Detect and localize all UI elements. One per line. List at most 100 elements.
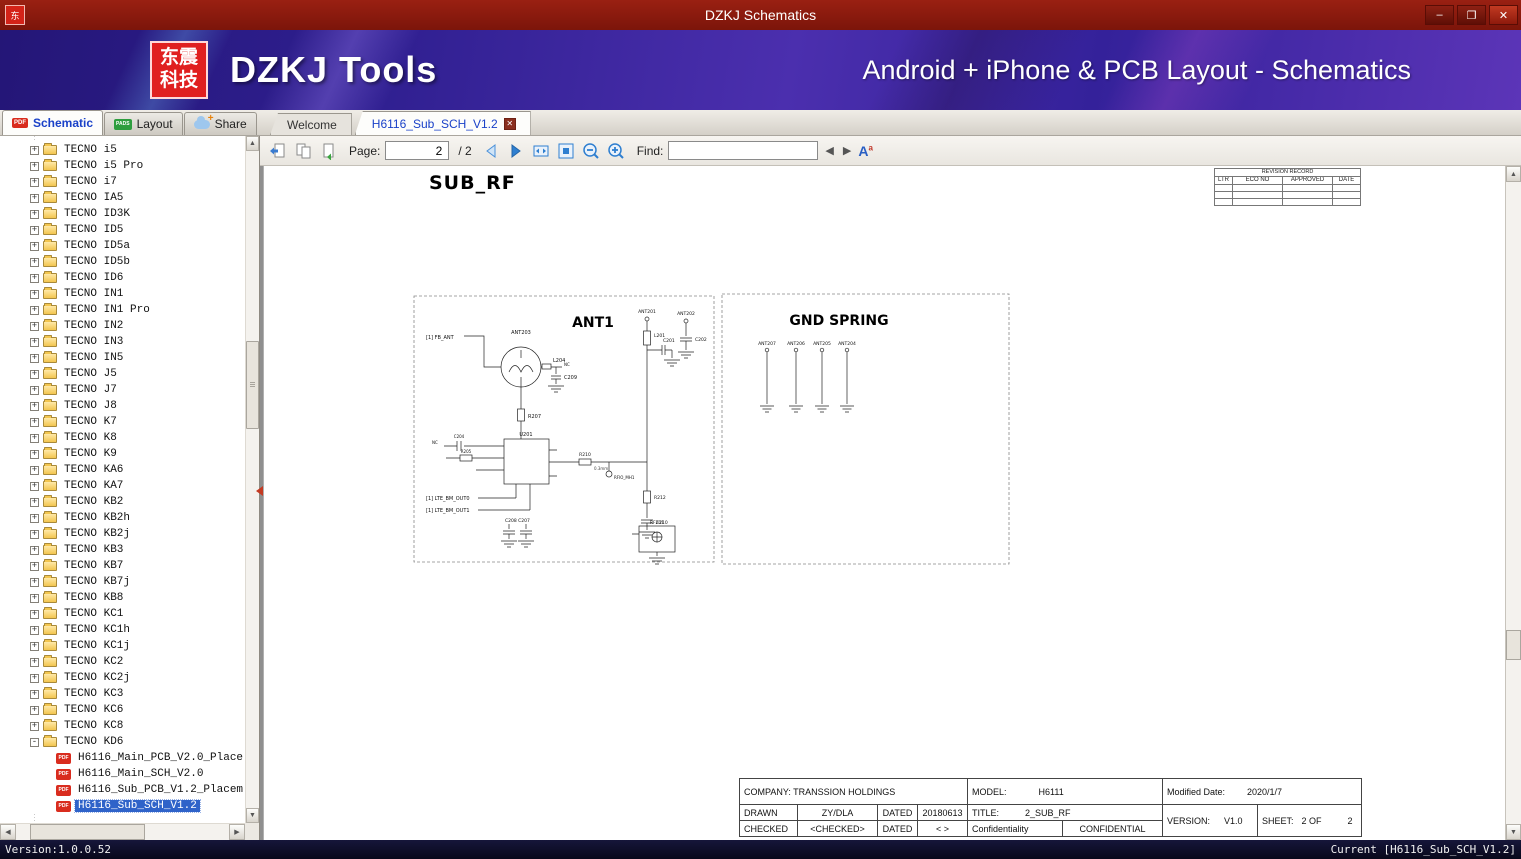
tree-item[interactable]: + PDF TECNO ID5a [0,238,245,254]
expand-toggle-icon[interactable]: + [30,305,39,315]
tree-item[interactable]: + PDF TECNO KC1 [0,606,245,622]
fit-page-icon[interactable] [556,141,576,161]
zoom-in-icon[interactable] [606,141,626,161]
tree-item[interactable]: + PDF TECNO K8 [0,430,245,446]
tree-item[interactable]: + PDF TECNO KC6 [0,702,245,718]
tree-item[interactable]: + PDF TECNO KC8 [0,718,245,734]
expand-toggle-icon[interactable]: + [30,321,39,331]
expand-toggle-icon[interactable]: + [30,465,39,475]
tree-item[interactable]: + PDF TECNO KB7 [0,558,245,574]
tree-item[interactable]: PDF H6116_Sub_SCH_V1.2 [0,798,245,814]
tree-item[interactable]: + PDF TECNO ID6 [0,270,245,286]
previous-page-icon[interactable] [481,141,501,161]
expand-toggle-icon[interactable]: + [30,529,39,539]
close-tab-icon[interactable]: ✕ [503,117,516,130]
tree-item[interactable]: PDF H6116_Sub_PCB_V1.2_Placem [0,782,245,798]
tree-item[interactable]: + PDF TECNO i5 [0,142,245,158]
expand-toggle-icon[interactable]: + [30,273,39,283]
sidebar-hscroll-thumb[interactable] [30,824,145,840]
expand-toggle-icon[interactable]: + [30,721,39,731]
zoom-out-icon[interactable] [581,141,601,161]
expand-toggle-icon[interactable]: + [30,609,39,619]
expand-toggle-icon[interactable]: + [30,289,39,299]
tree-item[interactable]: + PDF TECNO KC3 [0,686,245,702]
expand-toggle-icon[interactable]: + [30,513,39,523]
tab-schematic[interactable]: PDF Schematic [2,110,104,135]
tree-item[interactable]: + PDF TECNO K9 [0,446,245,462]
tree-item[interactable]: + PDF TECNO KC1h [0,622,245,638]
expand-toggle-icon[interactable]: + [30,353,39,363]
expand-toggle-icon[interactable]: + [30,417,39,427]
expand-toggle-icon[interactable]: + [30,161,39,171]
sidebar-scroll-thumb[interactable] [246,341,259,429]
scroll-down-icon[interactable]: ▼ [246,808,259,823]
main-scroll-down-icon[interactable]: ▼ [1506,824,1521,840]
tree-item[interactable]: + PDF TECNO i5 Pro [0,158,245,174]
tree-item[interactable]: + PDF TECNO KB8 [0,590,245,606]
scroll-right-icon[interactable]: ▶ [229,824,245,840]
find-input[interactable] [668,141,819,160]
maximize-button[interactable]: ❐ [1457,5,1486,25]
main-scroll-up-icon[interactable]: ▲ [1506,166,1521,182]
expand-toggle-icon[interactable]: + [30,497,39,507]
expand-toggle-icon[interactable]: + [30,577,39,587]
expand-toggle-icon[interactable]: + [30,225,39,235]
tree-item[interactable]: + PDF TECNO KB2h [0,510,245,526]
single-page-view-icon[interactable] [268,141,288,161]
sidebar-vertical-scrollbar[interactable]: ▲ ▼ [245,136,259,823]
text-size-icon[interactable]: Aa [858,143,873,157]
expand-toggle-icon[interactable]: + [30,705,39,715]
tree-item[interactable]: + PDF TECNO ID5b [0,254,245,270]
tree-item[interactable]: + PDF TECNO KA7 [0,478,245,494]
expand-toggle-icon[interactable]: + [30,177,39,187]
expand-toggle-icon[interactable]: + [30,481,39,491]
page-number-input[interactable] [385,141,450,160]
minimize-button[interactable]: – [1425,5,1454,25]
tree-item[interactable]: + PDF TECNO i7 [0,174,245,190]
sidebar-horizontal-scrollbar[interactable]: ◀ ▶ [0,823,245,840]
expand-toggle-icon[interactable]: + [30,337,39,347]
find-next-icon[interactable]: ▶ [841,144,853,157]
tree-item[interactable]: + PDF TECNO KC2 [0,654,245,670]
expand-toggle-icon[interactable]: + [30,625,39,635]
expand-toggle-icon[interactable]: + [30,209,39,219]
tree-item[interactable]: + PDF TECNO IA5 [0,190,245,206]
expand-toggle-icon[interactable]: + [30,401,39,411]
fit-width-icon[interactable] [531,141,551,161]
expand-toggle-icon[interactable]: - [30,737,39,747]
tree-item[interactable]: + PDF TECNO ID5 [0,222,245,238]
document-viewport[interactable]: SUB_RF REVISION RECORD LTR ECO NO APPROV… [260,166,1521,840]
scroll-up-icon[interactable]: ▲ [246,136,259,151]
expand-toggle-icon[interactable]: + [30,545,39,555]
tree-item[interactable]: + PDF TECNO KB7j [0,574,245,590]
tree-item[interactable]: + PDF TECNO IN1 Pro [0,302,245,318]
main-vertical-scrollbar[interactable]: ▲ ▼ [1505,166,1521,840]
expand-toggle-icon[interactable]: + [30,193,39,203]
tree-item[interactable]: + PDF TECNO K7 [0,414,245,430]
expand-toggle-icon[interactable]: + [30,385,39,395]
tree-item[interactable]: + PDF TECNO J7 [0,382,245,398]
tree-item[interactable]: PDF H6116_Main_SCH_V2.0 [0,766,245,782]
tree-item[interactable]: + PDF TECNO KB3 [0,542,245,558]
tree-item[interactable]: + PDF TECNO J5 [0,366,245,382]
tree-item[interactable]: + PDF TECNO J8 [0,398,245,414]
expand-toggle-icon[interactable]: + [30,593,39,603]
tree-item[interactable]: + PDF TECNO ID3K [0,206,245,222]
expand-toggle-icon[interactable]: + [30,689,39,699]
main-scroll-thumb[interactable] [1506,630,1521,660]
tree-item[interactable]: PDF H6116_Main_PCB_V2.0_Place [0,750,245,766]
expand-toggle-icon[interactable]: + [30,673,39,683]
tree-item[interactable]: - PDF TECNO KD6 [0,734,245,750]
continuous-view-icon[interactable] [293,141,313,161]
expand-toggle-icon[interactable]: + [30,257,39,267]
expand-toggle-icon[interactable]: + [30,449,39,459]
tab-share[interactable]: Share [183,112,257,135]
tree-item[interactable]: + PDF TECNO KA6 [0,462,245,478]
expand-toggle-icon[interactable]: + [30,369,39,379]
tree-item[interactable]: + PDF TECNO KB2 [0,494,245,510]
tree-item[interactable]: + PDF TECNO KC1j [0,638,245,654]
expand-toggle-icon[interactable]: + [30,657,39,667]
expand-toggle-icon[interactable]: + [30,641,39,651]
tree-item[interactable]: + PDF TECNO IN1 [0,286,245,302]
expand-toggle-icon[interactable]: + [30,433,39,443]
